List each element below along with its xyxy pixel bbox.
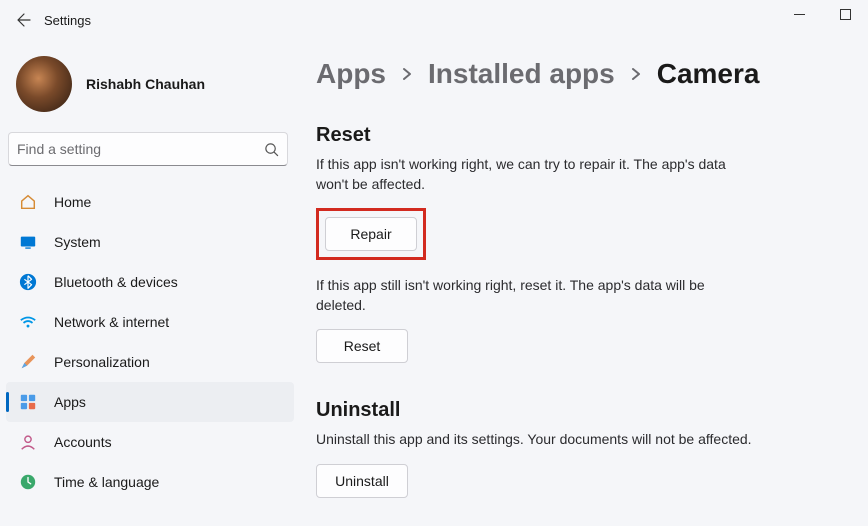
uninstall-button[interactable]: Uninstall — [316, 464, 408, 498]
sidebar-item-label: Home — [54, 194, 91, 210]
paintbrush-icon — [18, 352, 38, 372]
sidebar-item-label: Apps — [54, 394, 86, 410]
apps-icon — [18, 392, 38, 412]
bluetooth-icon — [18, 272, 38, 292]
sidebar-item-bluetooth[interactable]: Bluetooth & devices — [6, 262, 294, 302]
search-icon — [264, 142, 279, 157]
clock-icon — [18, 472, 38, 492]
sidebar-item-label: Network & internet — [54, 314, 169, 330]
maximize-button[interactable] — [822, 0, 868, 28]
sidebar-item-apps[interactable]: Apps — [6, 382, 294, 422]
maximize-icon — [840, 9, 851, 20]
arrow-left-icon — [16, 12, 32, 28]
accounts-icon — [18, 432, 38, 452]
search-input[interactable] — [17, 141, 264, 157]
sidebar: Rishabh Chauhan Home System — [0, 40, 300, 526]
sidebar-item-time[interactable]: Time & language — [6, 462, 294, 502]
back-button[interactable] — [8, 4, 40, 36]
system-icon — [18, 232, 38, 252]
profile[interactable]: Rishabh Chauhan — [6, 48, 294, 128]
breadcrumb-apps[interactable]: Apps — [316, 58, 386, 90]
window-controls — [776, 0, 868, 28]
sidebar-item-system[interactable]: System — [6, 222, 294, 262]
breadcrumb: Apps Installed apps Camera — [316, 58, 838, 90]
reset-desc: If this app still isn't working right, r… — [316, 276, 756, 315]
sidebar-item-label: Time & language — [54, 474, 159, 490]
reset-repair-desc: If this app isn't working right, we can … — [316, 155, 756, 194]
sidebar-item-home[interactable]: Home — [6, 182, 294, 222]
sidebar-item-personalization[interactable]: Personalization — [6, 342, 294, 382]
minimize-icon — [794, 9, 805, 20]
titlebar: Settings — [0, 0, 868, 40]
sidebar-item-label: System — [54, 234, 101, 250]
window-title: Settings — [44, 13, 91, 28]
uninstall-desc: Uninstall this app and its settings. You… — [316, 430, 756, 450]
sidebar-item-label: Personalization — [54, 354, 150, 370]
minimize-button[interactable] — [776, 0, 822, 28]
reset-button[interactable]: Reset — [316, 329, 408, 363]
sidebar-item-label: Accounts — [54, 434, 112, 450]
sidebar-item-accounts[interactable]: Accounts — [6, 422, 294, 462]
user-name: Rishabh Chauhan — [86, 76, 205, 92]
search-box[interactable] — [8, 132, 288, 166]
repair-highlight: Repair — [316, 208, 426, 260]
repair-button[interactable]: Repair — [325, 217, 417, 251]
chevron-right-icon — [400, 67, 414, 81]
avatar — [16, 56, 72, 112]
breadcrumb-installed-apps[interactable]: Installed apps — [428, 58, 615, 90]
wifi-icon — [18, 312, 38, 332]
home-icon — [18, 192, 38, 212]
breadcrumb-current: Camera — [657, 58, 760, 90]
sidebar-item-label: Bluetooth & devices — [54, 274, 178, 290]
main-content: Apps Installed apps Camera Reset If this… — [300, 40, 868, 526]
chevron-right-icon — [629, 67, 643, 81]
reset-section-title: Reset — [316, 124, 838, 147]
uninstall-section-title: Uninstall — [316, 399, 838, 422]
sidebar-item-network[interactable]: Network & internet — [6, 302, 294, 342]
nav: Home System Bluetooth & devices Network … — [6, 182, 294, 502]
